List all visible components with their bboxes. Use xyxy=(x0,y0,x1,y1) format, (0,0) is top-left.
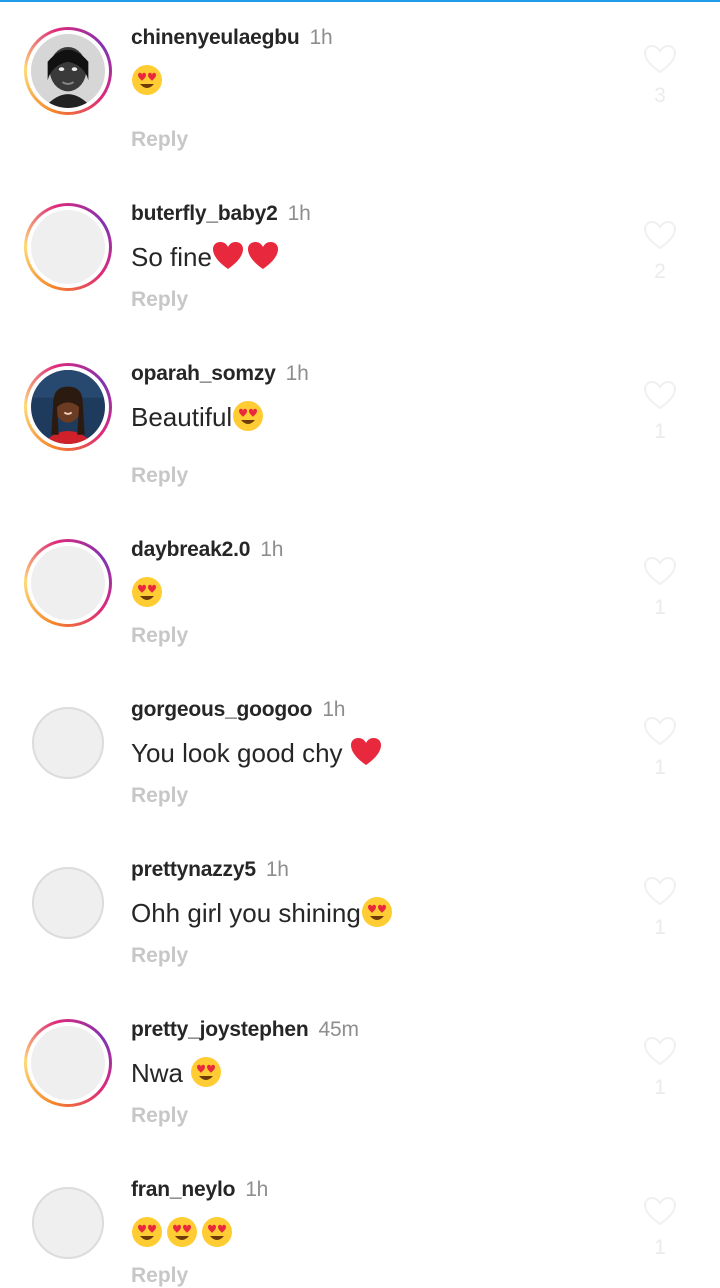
red-heart-emoji-icon xyxy=(212,240,244,272)
heart-eyes-emoji-icon xyxy=(361,896,393,928)
comment-timestamp: 1h xyxy=(322,698,346,721)
comment-username[interactable]: buterfly_baby2 1h xyxy=(131,202,311,226)
like-count: 1 xyxy=(654,420,666,443)
heart-outline-icon[interactable] xyxy=(643,1036,677,1066)
comment-text: You look good chy xyxy=(131,736,385,769)
heart-eyes-emoji-icon xyxy=(131,64,163,96)
heart-eyes-emoji-icon xyxy=(190,1056,222,1088)
comment-text: Ohh girl you shining xyxy=(131,896,396,929)
username-link[interactable]: oparah_somzy xyxy=(131,362,276,385)
heart-eyes-emoji-icon xyxy=(232,400,264,432)
heart-eyes-emoji-icon xyxy=(131,576,163,608)
comment-timestamp: 1h xyxy=(265,858,289,881)
reply-button[interactable]: Reply xyxy=(131,784,188,808)
heart-outline-icon[interactable] xyxy=(643,556,677,586)
heart-outline-icon[interactable] xyxy=(643,380,677,410)
comment-text xyxy=(131,576,166,609)
username-link[interactable]: gorgeous_googoo xyxy=(131,698,313,721)
like-count: 1 xyxy=(654,756,666,779)
reply-button[interactable]: Reply xyxy=(131,464,188,488)
like-button[interactable]: 1 xyxy=(640,556,680,620)
red-heart-emoji-icon xyxy=(350,736,382,768)
username-link[interactable]: prettynazzy5 xyxy=(131,858,256,881)
heart-eyes-emoji-icon xyxy=(131,1216,163,1248)
comment-timestamp: 1h xyxy=(245,1178,269,1201)
default-avatar-icon xyxy=(32,707,104,779)
reply-button[interactable]: Reply xyxy=(131,1264,188,1288)
top-accent-line xyxy=(0,0,720,2)
avatar[interactable] xyxy=(24,1019,112,1107)
avatar[interactable] xyxy=(24,27,112,115)
default-avatar-icon xyxy=(27,1022,109,1104)
avatar[interactable] xyxy=(24,699,112,787)
comment-body: So fine xyxy=(131,242,212,272)
red-heart-emoji-icon xyxy=(247,240,279,272)
comment-username[interactable]: pretty_joystephen 45m xyxy=(131,1018,359,1042)
comment-timestamp: 1h xyxy=(260,538,284,561)
comment-timestamp: 1h xyxy=(285,362,309,385)
comment-body: Nwa xyxy=(131,1058,191,1088)
avatar[interactable] xyxy=(24,1179,112,1267)
avatar[interactable] xyxy=(24,203,112,291)
avatar[interactable] xyxy=(24,363,112,451)
heart-eyes-emoji-icon xyxy=(166,1216,198,1248)
heart-outline-icon[interactable] xyxy=(643,220,677,250)
like-count: 1 xyxy=(654,916,666,939)
comment-username[interactable]: fran_neylo 1h xyxy=(131,1178,268,1202)
heart-eyes-emoji-icon xyxy=(201,1216,233,1248)
heart-outline-icon[interactable] xyxy=(643,44,677,74)
like-button[interactable]: 1 xyxy=(640,716,680,780)
comment-timestamp: 45m xyxy=(318,1018,359,1041)
avatar[interactable] xyxy=(24,539,112,627)
like-count: 2 xyxy=(654,260,666,283)
reply-button[interactable]: Reply xyxy=(131,944,188,968)
heart-outline-icon[interactable] xyxy=(643,876,677,906)
comment-username[interactable]: gorgeous_googoo 1h xyxy=(131,698,345,722)
comment-text xyxy=(131,64,166,97)
like-button[interactable]: 1 xyxy=(640,876,680,940)
comment-body: Ohh girl you shining xyxy=(131,898,361,928)
like-button[interactable]: 1 xyxy=(640,1196,680,1260)
comment-text: Nwa xyxy=(131,1056,225,1089)
comment-timestamp: 1h xyxy=(309,26,333,49)
avatar-photo-icon xyxy=(27,366,109,448)
username-link[interactable]: daybreak2.0 xyxy=(131,538,250,561)
reply-button[interactable]: Reply xyxy=(131,1104,188,1128)
username-link[interactable]: fran_neylo xyxy=(131,1178,235,1201)
like-button[interactable]: 1 xyxy=(640,1036,680,1100)
like-button[interactable]: 3 xyxy=(640,44,680,108)
comment-username[interactable]: oparah_somzy 1h xyxy=(131,362,309,386)
like-button[interactable]: 1 xyxy=(640,380,680,444)
like-count: 1 xyxy=(654,596,666,619)
avatar[interactable] xyxy=(24,859,112,947)
default-avatar-icon xyxy=(27,542,109,624)
like-count: 1 xyxy=(654,1076,666,1099)
comment-text: So fine xyxy=(131,240,282,273)
heart-outline-icon[interactable] xyxy=(643,716,677,746)
default-avatar-icon xyxy=(32,867,104,939)
default-avatar-icon xyxy=(27,206,109,288)
comment-username[interactable]: prettynazzy5 1h xyxy=(131,858,289,882)
comment-username[interactable]: daybreak2.0 1h xyxy=(131,538,283,562)
username-link[interactable]: chinenyeulaegbu xyxy=(131,26,300,49)
reply-button[interactable]: Reply xyxy=(131,288,188,312)
username-link[interactable]: pretty_joystephen xyxy=(131,1018,309,1041)
comment-username[interactable]: chinenyeulaegbu 1h xyxy=(131,26,333,50)
like-count: 1 xyxy=(654,1236,666,1259)
comment-body: You look good chy xyxy=(131,738,350,768)
like-count: 3 xyxy=(654,84,666,107)
comment-timestamp: 1h xyxy=(287,202,311,225)
username-link[interactable]: buterfly_baby2 xyxy=(131,202,278,225)
default-avatar-icon xyxy=(32,1187,104,1259)
comment-text xyxy=(131,1216,236,1249)
avatar-photo-icon xyxy=(27,30,109,112)
heart-outline-icon[interactable] xyxy=(643,1196,677,1226)
comment-text: Beautiful xyxy=(131,400,267,433)
like-button[interactable]: 2 xyxy=(640,220,680,284)
comment-body: Beautiful xyxy=(131,402,233,432)
reply-button[interactable]: Reply xyxy=(131,128,188,152)
reply-button[interactable]: Reply xyxy=(131,624,188,648)
